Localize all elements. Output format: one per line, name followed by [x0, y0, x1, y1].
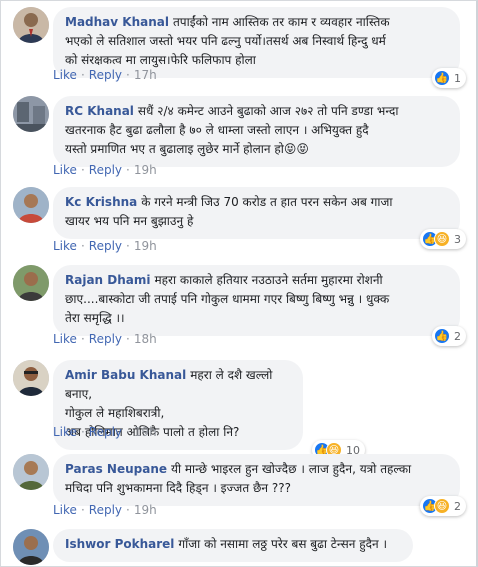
comment-timestamp[interactable]: 19h [134, 163, 157, 177]
avatar[interactable] [13, 187, 49, 223]
reply-link[interactable]: Reply [89, 68, 122, 82]
comment-actions: Like · Reply · 19h [53, 425, 157, 439]
separator: · [126, 503, 130, 517]
comment-bubble: Paras Neupane यी मान्छे भाइरल हुन खोज्दैछ… [53, 454, 466, 516]
comment-timestamp[interactable]: 19h [134, 503, 157, 517]
like-link[interactable]: Like [53, 425, 77, 439]
comment-author[interactable]: Paras Neupane [65, 462, 167, 476]
comment-actions: Like · Reply · 19h [53, 239, 157, 253]
comment-author[interactable]: RC Khanal [65, 104, 134, 118]
avatar[interactable] [13, 265, 49, 301]
comment-author[interactable]: Kc Krishna [65, 195, 137, 209]
reply-link[interactable]: Reply [89, 425, 122, 439]
haha-reaction-icon: 😆 [434, 231, 450, 247]
separator: · [80, 503, 85, 517]
separator: · [126, 332, 130, 346]
comment-timestamp[interactable]: 19h [134, 239, 157, 253]
reaction-summary[interactable]: 👍 2 [432, 326, 466, 346]
reply-link[interactable]: Reply [89, 503, 122, 517]
separator: · [80, 68, 85, 82]
reply-link[interactable]: Reply [89, 163, 122, 177]
like-link[interactable]: Like [53, 239, 77, 253]
like-reaction-icon: 👍 [434, 328, 450, 344]
reaction-count: 3 [454, 232, 461, 246]
reaction-summary[interactable]: 👍 😆 2 [420, 496, 466, 516]
reaction-count: 2 [454, 499, 461, 513]
comment-timestamp[interactable]: 17h [134, 68, 157, 82]
comment-author[interactable]: Rajan Dhami [65, 273, 151, 287]
reaction-count: 1 [454, 71, 461, 85]
comment-timestamp[interactable]: 19h [134, 425, 157, 439]
separator: · [126, 163, 130, 177]
comment-bubble: RC Khanal सधैं २/४ कमेन्ट आउने बुढाको आज … [53, 96, 460, 167]
haha-reaction-icon: 😆 [434, 498, 450, 514]
reply-link[interactable]: Reply [89, 239, 122, 253]
avatar[interactable] [13, 529, 49, 565]
separator: · [80, 239, 85, 253]
comment-author[interactable]: Amir Babu Khanal [65, 368, 186, 382]
reaction-summary[interactable]: 👍 1 [432, 68, 466, 88]
avatar[interactable] [13, 7, 49, 43]
like-link[interactable]: Like [53, 68, 77, 82]
like-link[interactable]: Like [53, 332, 77, 346]
separator: · [80, 332, 85, 346]
reaction-count: 2 [454, 329, 461, 343]
avatar[interactable] [13, 96, 49, 132]
like-reaction-icon: 👍 [434, 70, 450, 86]
separator: · [126, 239, 130, 253]
avatar[interactable] [13, 360, 49, 396]
comment-timestamp[interactable]: 18h [134, 332, 157, 346]
avatar[interactable] [13, 454, 49, 490]
comment-author[interactable]: Madhav Khanal [65, 15, 169, 29]
separator: · [126, 68, 130, 82]
comment-bubble: Ishwor Pokharel गाँजा को नसामा लठ्ठ परेर … [53, 529, 413, 562]
comments-panel: Madhav Khanal तपाईंको नाम आस्तिक तर काम र… [0, 0, 478, 567]
reply-link[interactable]: Reply [89, 332, 122, 346]
separator: · [80, 425, 85, 439]
comment-actions: Like · Reply · 19h [53, 503, 157, 517]
like-link[interactable]: Like [53, 503, 77, 517]
comment-actions: Like · Reply · 18h [53, 332, 157, 346]
like-link[interactable]: Like [53, 163, 77, 177]
separator: · [126, 425, 130, 439]
comment-actions: Like · Reply · 17h [53, 68, 157, 82]
comment-bubble: Kc Krishna के गरने मन्त्री जिउ 70 करोड त … [53, 187, 466, 249]
reaction-summary[interactable]: 👍 😆 3 [420, 229, 466, 249]
comment-text: गाँजा को नसामा लठ्ठ परेर बस बुढा टेन्सन … [178, 537, 388, 551]
comment-author[interactable]: Ishwor Pokharel [65, 537, 174, 551]
separator: · [80, 163, 85, 177]
comment-bubble: Rajan Dhami महरा काकाले हतियार नउठाउने सर… [53, 265, 466, 346]
comment-actions: Like · Reply · 19h [53, 163, 157, 177]
